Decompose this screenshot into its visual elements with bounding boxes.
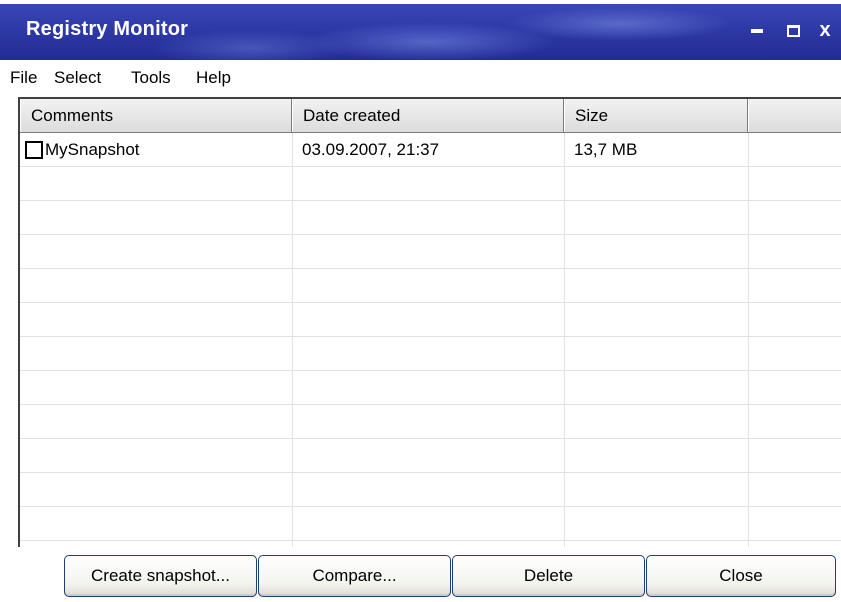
title-bar[interactable]: Registry Monitor x xyxy=(0,4,841,60)
empty-row xyxy=(20,439,841,473)
maximize-icon xyxy=(786,24,800,37)
registry-monitor-window: Registry Monitor x File Select Tools Hel… xyxy=(0,0,841,602)
empty-row xyxy=(20,235,841,269)
empty-row xyxy=(20,337,841,371)
empty-row xyxy=(20,405,841,439)
row-checkbox[interactable] xyxy=(25,141,43,159)
menu-select[interactable]: Select xyxy=(54,68,101,88)
compare-button[interactable]: Compare... xyxy=(258,555,451,597)
close-window-button[interactable]: x xyxy=(814,18,836,42)
table-row[interactable]: MySnapshot 03.09.2007, 21:37 13,7 MB xyxy=(20,133,841,167)
list-header: Comments Date created Size xyxy=(20,99,841,133)
empty-row xyxy=(20,269,841,303)
empty-row xyxy=(20,507,841,541)
close-icon: x xyxy=(819,19,831,41)
delete-button[interactable]: Delete xyxy=(452,555,645,597)
empty-row xyxy=(20,473,841,507)
window-title: Registry Monitor xyxy=(26,18,189,40)
column-header-empty[interactable] xyxy=(748,99,841,132)
menu-file[interactable]: File xyxy=(10,68,37,88)
column-header-date-created[interactable]: Date created xyxy=(292,99,564,132)
column-header-comments[interactable]: Comments xyxy=(20,99,292,132)
menu-tools[interactable]: Tools xyxy=(131,68,171,88)
minimize-button[interactable] xyxy=(746,18,768,42)
column-header-size[interactable]: Size xyxy=(564,99,748,132)
minimize-icon xyxy=(751,28,763,33)
button-bar: Create snapshot... Compare... Delete Clo… xyxy=(0,545,841,602)
cell-date-created: 03.09.2007, 21:37 xyxy=(302,140,440,159)
snapshot-list[interactable]: Comments Date created Size MySnapshot 03… xyxy=(18,97,841,547)
empty-row xyxy=(20,371,841,405)
create-snapshot-button[interactable]: Create snapshot... xyxy=(64,555,257,597)
close-button[interactable]: Close xyxy=(646,555,836,597)
empty-row xyxy=(20,167,841,201)
menu-bar: File Select Tools Help xyxy=(0,60,841,96)
cell-comment: MySnapshot xyxy=(45,140,140,159)
menu-help[interactable]: Help xyxy=(196,68,231,88)
cell-size: 13,7 MB xyxy=(574,140,638,159)
empty-row xyxy=(20,201,841,235)
maximize-button[interactable] xyxy=(782,18,804,42)
empty-row xyxy=(20,303,841,337)
